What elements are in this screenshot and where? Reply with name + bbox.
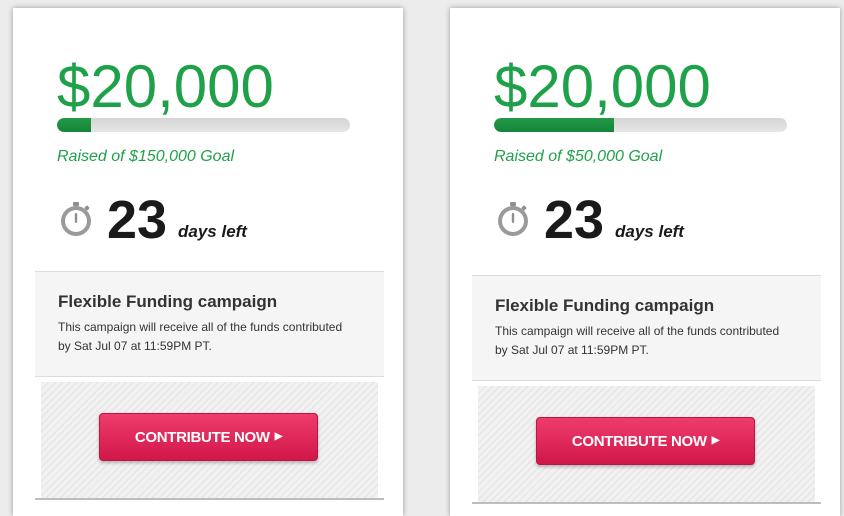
- raised-amount: $20,000: [57, 53, 274, 120]
- funding-description: This campaign will receive all of the fu…: [58, 320, 343, 353]
- divider: [472, 502, 821, 504]
- funding-info-box: Flexible Funding campaign This campaign …: [35, 271, 384, 377]
- funding-title: Flexible Funding campaign: [58, 292, 278, 311]
- stopwatch-icon: [57, 200, 95, 238]
- contribute-area: CONTRIBUTE NOW ▶: [41, 382, 378, 498]
- funding-info-box: Flexible Funding campaign This campaign …: [472, 275, 821, 381]
- funding-progress-bar: [57, 118, 350, 132]
- days-left-number: 23: [107, 190, 168, 250]
- goal-text: Raised of $150,000 Goal: [57, 148, 235, 165]
- days-left-number: 23: [544, 190, 605, 250]
- campaign-card: $20,000 Raised of $50,000 Goal 23 days l…: [450, 8, 840, 516]
- funding-title: Flexible Funding campaign: [495, 296, 715, 315]
- goal-text: Raised of $50,000 Goal: [494, 148, 663, 165]
- days-left-label: days left: [615, 222, 684, 241]
- contribute-button-label: CONTRIBUTE NOW: [134, 428, 270, 446]
- contribute-button-label: CONTRIBUTE NOW: [571, 432, 707, 450]
- contribute-now-button[interactable]: CONTRIBUTE NOW ▶: [536, 417, 755, 465]
- funding-description: This campaign will receive all of the fu…: [495, 324, 780, 357]
- days-left-row: 23 days left: [494, 190, 814, 250]
- days-left-label: days left: [178, 222, 247, 241]
- funding-progress-bar: [494, 118, 787, 132]
- contribute-now-button[interactable]: CONTRIBUTE NOW ▶: [99, 413, 318, 461]
- campaign-card: $20,000 Raised of $150,000 Goal 23 days …: [13, 8, 403, 516]
- play-triangle-icon: ▶: [274, 431, 283, 442]
- days-left-row: 23 days left: [57, 190, 377, 250]
- divider: [35, 498, 384, 500]
- contribute-area: CONTRIBUTE NOW ▶: [478, 386, 815, 502]
- funding-progress-fill: [494, 118, 615, 132]
- funding-progress-fill: [57, 118, 91, 132]
- stopwatch-icon: [494, 200, 532, 238]
- raised-amount: $20,000: [494, 53, 711, 120]
- play-triangle-icon: ▶: [711, 435, 720, 446]
